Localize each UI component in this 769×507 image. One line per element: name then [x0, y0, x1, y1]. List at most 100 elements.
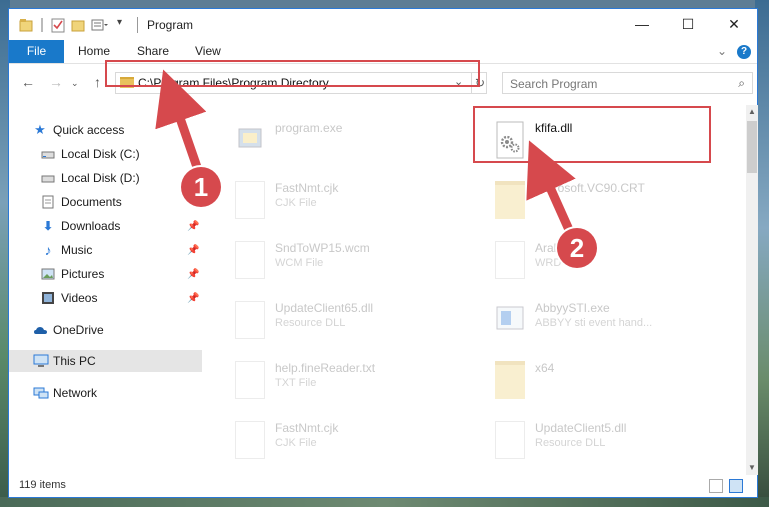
- forward-arrow-icon[interactable]: →: [49, 74, 63, 90]
- sidebar-item-quick-access[interactable]: ★ Quick access: [9, 119, 202, 141]
- sidebar-item-label: Music: [61, 243, 93, 257]
- sidebar-item-local-disk-d[interactable]: Local Disk (D:): [9, 167, 202, 189]
- sidebar-item-videos[interactable]: Videos 📌: [9, 287, 202, 309]
- back-arrow-icon[interactable]: ←: [21, 74, 35, 90]
- title-divider: [137, 17, 138, 33]
- star-icon: ★: [34, 122, 46, 137]
- expand-ribbon-icon[interactable]: ⌄: [717, 44, 727, 58]
- folder-icon: [495, 181, 525, 219]
- title-bar: ▾ Program — ☐ ✕: [9, 9, 757, 40]
- document-icon: [235, 241, 265, 279]
- sidebar-item-downloads[interactable]: ⬇ Downloads 📌: [9, 215, 202, 237]
- help-icon[interactable]: ?: [737, 45, 751, 59]
- sidebar-item-label: This PC: [53, 354, 96, 368]
- dll-gear-icon: [235, 301, 265, 339]
- scroll-down-icon[interactable]: ▼: [746, 461, 758, 475]
- sidebar-item-pictures[interactable]: Pictures 📌: [9, 263, 202, 285]
- pin-icon: 📌: [187, 245, 200, 256]
- file-type: ABBYY sti event hand...: [535, 317, 653, 329]
- file-item-fastnmt-cjk[interactable]: FastNmt.cjk CJK File: [215, 177, 455, 233]
- quick-access-dropdown-icon[interactable]: ▾: [117, 17, 129, 33]
- folder-item-x64[interactable]: x64: [475, 357, 715, 413]
- desktop-wallpaper-bottom: [0, 497, 769, 507]
- maximize-button[interactable]: ☐: [665, 9, 711, 40]
- file-item-updateclient5-dll[interactable]: UpdateClient5.dll Resource DLL: [475, 417, 715, 473]
- file-name: FastNmt.cjk: [275, 421, 339, 435]
- search-icon[interactable]: ⌕: [738, 76, 745, 91]
- documents-icon: [41, 195, 55, 209]
- search-input[interactable]: Search Program ⌕: [502, 72, 753, 94]
- sidebar-item-music[interactable]: ♪ Music 📌: [9, 239, 202, 261]
- download-icon: ⬇: [42, 219, 54, 233]
- up-arrow-icon[interactable]: ↑: [94, 74, 101, 90]
- file-name: x64: [535, 361, 555, 375]
- network-icon: [33, 386, 49, 400]
- file-name: SndToWP15.wcm: [275, 241, 370, 255]
- text-file-icon: [235, 361, 265, 399]
- file-item-abbyysti-exe[interactable]: AbbyySTI.exe ABBYY sti event hand...: [475, 297, 715, 353]
- sidebar-item-documents[interactable]: Documents: [9, 191, 202, 213]
- sidebar-item-label: OneDrive: [53, 323, 104, 337]
- step1-badge: 1: [181, 167, 221, 207]
- music-icon: ♪: [44, 242, 52, 258]
- file-type: WCM File: [275, 257, 324, 269]
- minimize-button[interactable]: —: [619, 9, 665, 40]
- file-name: FastNmt.cjk: [275, 181, 339, 195]
- scrollbar-thumb[interactable]: [747, 121, 757, 173]
- file-name: help.fineReader.txt: [275, 361, 376, 375]
- sidebar-item-onedrive[interactable]: OneDrive: [9, 319, 202, 341]
- status-bar: 119 items: [9, 475, 757, 497]
- file-type: Resource DLL: [535, 437, 606, 449]
- tab-file[interactable]: File: [9, 40, 64, 63]
- kfifa-file-highlight: [473, 106, 711, 163]
- pictures-icon: [41, 267, 55, 281]
- file-item-help-finereader-txt[interactable]: help.fineReader.txt TXT File: [215, 357, 455, 413]
- file-item-updateclient65-dll[interactable]: UpdateClient65.dll Resource DLL: [215, 297, 455, 353]
- file-item-program-exe[interactable]: program.exe: [215, 117, 455, 173]
- sidebar-item-label: Network: [53, 386, 98, 400]
- recent-locations-icon[interactable]: ⌄: [71, 78, 79, 89]
- pin-icon: 📌: [187, 269, 200, 280]
- properties-icon[interactable]: [51, 17, 65, 33]
- toolbar-divider: [41, 18, 43, 32]
- file-name: program.exe: [275, 121, 343, 135]
- item-count: 119 items: [19, 479, 66, 491]
- file-type: CJK File: [275, 197, 317, 209]
- scroll-up-icon[interactable]: ▲: [746, 105, 758, 119]
- sidebar-item-network[interactable]: Network: [9, 382, 202, 404]
- address-bar-highlight: [105, 60, 480, 87]
- sidebar-item-label: Downloads: [61, 219, 121, 233]
- folder-icon: [495, 361, 525, 399]
- customize-icon[interactable]: [91, 17, 109, 33]
- file-name: AbbyySTI.exe: [535, 301, 610, 315]
- vertical-scrollbar[interactable]: ▲ ▼: [746, 105, 758, 475]
- document-icon: [235, 421, 265, 459]
- sidebar-item-local-disk-c[interactable]: Local Disk (C:): [9, 143, 202, 165]
- large-icons-view-icon[interactable]: [729, 479, 743, 493]
- file-name: UpdateClient5.dll: [535, 421, 627, 435]
- file-type: Resource DLL: [275, 317, 346, 329]
- drive-icon: [41, 171, 55, 185]
- executable-icon: [235, 121, 265, 159]
- details-view-icon[interactable]: [709, 479, 723, 493]
- file-item-fastnmt-cjk-2[interactable]: FastNmt.cjk CJK File: [215, 417, 455, 473]
- search-placeholder: Search Program: [510, 77, 598, 91]
- folder-icon: [19, 17, 33, 33]
- sidebar-item-this-pc[interactable]: This PC: [9, 350, 202, 372]
- folder-item-microsoft-vc90-crt[interactable]: Microsoft.VC90.CRT: [475, 177, 715, 233]
- file-item-sndtowp15-wcm[interactable]: SndToWP15.wcm WCM File: [215, 237, 455, 293]
- window-title: Program: [147, 18, 194, 32]
- sidebar-item-label: Videos: [61, 291, 98, 305]
- sidebar-item-label: Local Disk (C:): [61, 147, 140, 161]
- pin-icon: 📌: [187, 293, 200, 304]
- computer-icon: [33, 354, 49, 368]
- close-button[interactable]: ✕: [711, 9, 757, 40]
- executable-icon: [495, 301, 525, 339]
- new-folder-icon[interactable]: [71, 17, 85, 33]
- file-type: CJK File: [275, 437, 317, 449]
- drive-icon: [41, 147, 55, 161]
- file-name: UpdateClient65.dll: [275, 301, 374, 315]
- pin-icon: 📌: [187, 221, 200, 232]
- navigation-pane: ★ Quick access Local Disk (C:) Local Dis…: [9, 105, 202, 475]
- sidebar-item-label: Documents: [61, 195, 122, 209]
